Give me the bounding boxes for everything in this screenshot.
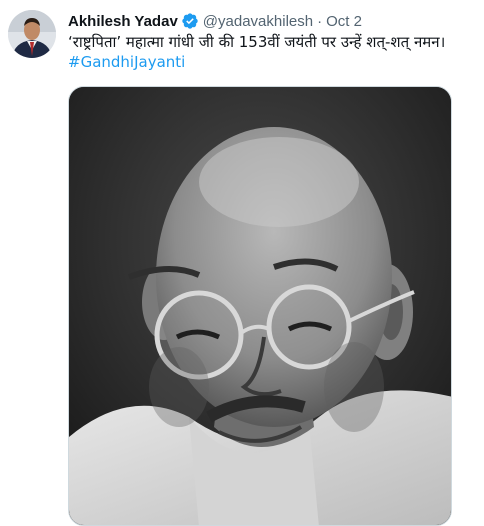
avatar-image — [8, 10, 56, 58]
tweet-image[interactable] — [68, 86, 452, 526]
tweet-text-body: ‘राष्ट्रपिता’ महात्मा गांधी जी की 153वीं… — [68, 33, 446, 51]
hashtag-link[interactable]: #GandhiJayanti — [68, 52, 476, 72]
avatar[interactable] — [8, 10, 56, 58]
tweet-date[interactable]: Oct 2 — [326, 13, 362, 30]
author-handle[interactable]: @yadavakhilesh — [203, 13, 313, 30]
gandhi-portrait-photo — [69, 87, 451, 525]
tweet[interactable]: Akhilesh Yadav @yadavakhilesh · Oct 2 ‘र… — [0, 0, 484, 526]
tweet-text: ‘राष्ट्रपिता’ महात्मा गांधी जी की 153वीं… — [68, 32, 476, 72]
separator-dot: · — [317, 12, 323, 30]
tweet-header: Akhilesh Yadav @yadavakhilesh · Oct 2 — [68, 11, 476, 31]
verified-badge-icon — [181, 12, 199, 30]
author-name[interactable]: Akhilesh Yadav — [68, 13, 178, 30]
